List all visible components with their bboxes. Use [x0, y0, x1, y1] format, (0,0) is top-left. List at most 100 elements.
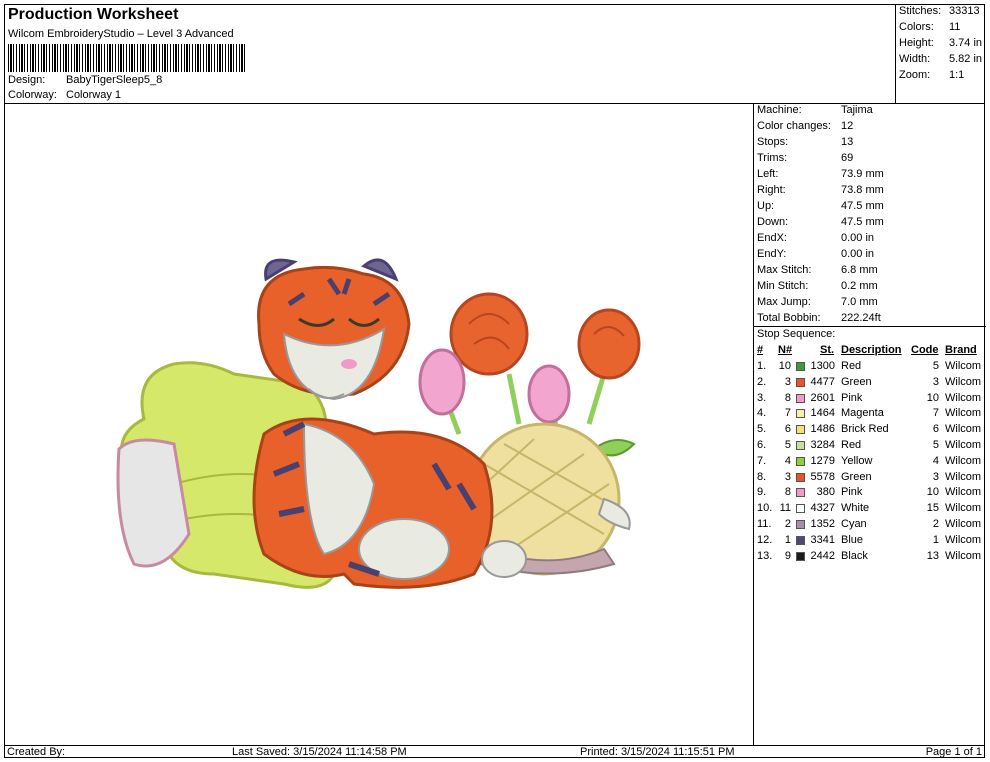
row-needle: 8 [784, 486, 791, 499]
stat-stitches: Stitches: 33313 [899, 5, 980, 17]
row-brand: Wilcom [945, 391, 982, 404]
row-index: 9. [757, 486, 767, 499]
col-header-brand: Brand [945, 344, 977, 356]
row-code: 13 [926, 549, 939, 562]
design-preview [4, 104, 753, 745]
col-header-needle: N# [778, 344, 793, 356]
row-description: Green [841, 470, 872, 483]
printed-date: Printed: 3/15/2024 11:15:51 PM [580, 746, 735, 758]
stop-sequence-title: Stop Sequence: [757, 328, 836, 340]
row-code: 7 [932, 407, 939, 420]
row-stitches: 4477 [810, 375, 835, 388]
colorway-row: Colorway: Colorway 1 [8, 89, 121, 101]
row-stitches: 1279 [810, 454, 835, 467]
row-description: Green [841, 375, 872, 388]
row-needle: 8 [784, 391, 791, 404]
row-stitches: 380 [816, 486, 835, 499]
last-saved: Last Saved: 3/15/2024 11:14:58 PM [232, 746, 407, 758]
color-swatch [796, 520, 805, 529]
color-swatch [796, 441, 805, 450]
row-index: 4. [757, 407, 767, 420]
row-code: 5 [932, 360, 939, 372]
row-stitches: 2601 [810, 391, 835, 404]
info-endy: EndY: 0.00 in [757, 248, 875, 260]
info-color-changes: Color changes: 12 [757, 120, 854, 132]
row-code: 3 [932, 470, 939, 483]
stat-width: Width: 5.82 in [899, 53, 983, 65]
color-swatch [796, 377, 805, 387]
info-machine: Machine: Tajima [757, 104, 873, 116]
row-index: 1. [757, 360, 767, 372]
color-swatch [796, 551, 805, 561]
created-by: Created By: [7, 746, 66, 758]
row-brand: Wilcom [945, 439, 982, 451]
row-code: 6 [932, 423, 939, 436]
header: Production Worksheet Wilcom EmbroiderySt… [4, 4, 985, 104]
col-header-code: Code [911, 344, 939, 356]
row-description: Black [841, 549, 868, 562]
row-index: 10. [757, 502, 773, 515]
stat-zoom: Zoom: 1:1 [899, 69, 965, 81]
colorway-name: Colorway 1 [66, 89, 122, 101]
row-description: Yellow [841, 454, 873, 467]
row-code: 3 [932, 375, 939, 388]
embroidery-design-image [116, 258, 641, 589]
row-code: 1 [932, 533, 939, 546]
info-left: Left: 73.9 mm [757, 168, 884, 180]
row-index: 5. [757, 423, 767, 436]
color-swatch [796, 488, 805, 498]
row-code: 4 [932, 454, 939, 467]
row-stitches: 4327 [810, 502, 835, 515]
row-needle: 3 [784, 375, 791, 388]
row-stitches: 1464 [810, 407, 835, 420]
row-brand: Wilcom [945, 407, 982, 420]
row-index: 2. [757, 375, 767, 388]
row-brand: Wilcom [945, 423, 982, 436]
color-swatch [796, 456, 805, 466]
rose-right [577, 308, 641, 457]
design-name: BabyTigerSleep5_8 [66, 74, 163, 86]
row-brand: Wilcom [945, 549, 982, 562]
info-total-bobbin: Total Bobbin: 222.24ft [757, 312, 881, 324]
info-min-stitch: Min Stitch: 0.2 mm [757, 280, 878, 292]
info-right: Right: 73.8 mm [757, 184, 884, 196]
row-description: Pink [841, 391, 863, 404]
row-needle: 6 [784, 423, 791, 436]
col-header-description: Description [841, 344, 902, 356]
row-brand: Wilcom [945, 486, 982, 499]
row-code: 10 [926, 486, 939, 499]
row-description: Cyan [841, 518, 867, 530]
row-stitches: 1486 [810, 423, 835, 436]
row-index: 12. [757, 533, 773, 546]
row-stitches: 1300 [810, 360, 835, 372]
row-stitches: 1352 [810, 518, 835, 530]
row-code: 10 [926, 391, 939, 404]
row-needle: 4 [784, 454, 791, 467]
row-code: 5 [932, 439, 939, 451]
row-code: 15 [926, 502, 939, 515]
row-brand: Wilcom [945, 375, 982, 388]
row-needle: 1 [784, 533, 791, 546]
page-number: Page 1 of 1 [925, 746, 982, 758]
row-brand: Wilcom [945, 360, 982, 372]
row-index: 6. [757, 439, 767, 451]
row-description: Brick Red [841, 423, 889, 436]
design-row: Design: BabyTigerSleep5_8 [8, 74, 162, 86]
row-brand: Wilcom [945, 502, 982, 515]
row-brand: Wilcom [945, 518, 982, 530]
tulip-left [418, 348, 466, 435]
row-description: Pink [841, 486, 863, 499]
barcode [8, 44, 246, 72]
row-index: 7. [757, 454, 767, 467]
footer: Created By: Last Saved: 3/15/2024 11:14:… [4, 745, 985, 758]
colorway-label: Colorway: [8, 89, 57, 101]
color-swatch [796, 472, 805, 482]
row-needle: 2 [784, 518, 791, 530]
col-header-stitches: St. [820, 344, 835, 356]
color-swatch [796, 504, 805, 514]
row-description: Magenta [841, 407, 884, 420]
stat-colors: Colors: 11 [899, 21, 961, 33]
row-stitches: 3284 [810, 439, 835, 451]
row-code: 2 [932, 518, 939, 530]
row-description: Blue [841, 533, 864, 546]
